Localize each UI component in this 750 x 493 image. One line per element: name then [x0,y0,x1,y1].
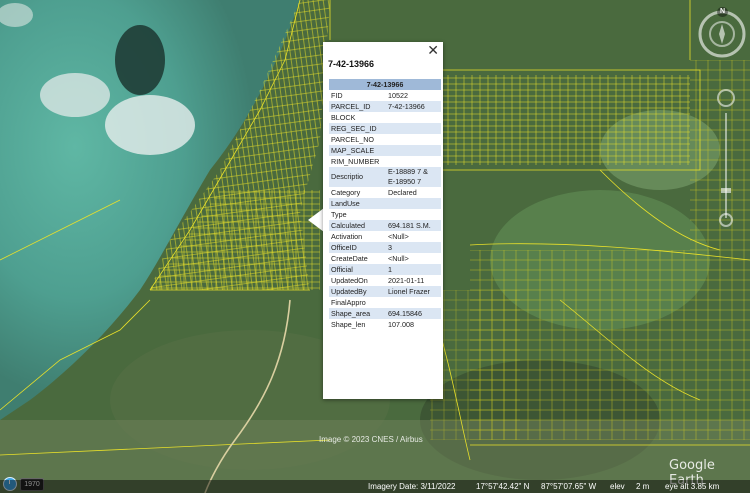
attribute-value [386,112,441,123]
attribute-key: UpdatedOn [331,275,368,285]
attribute-row: Category Declared [329,187,441,198]
imagery-date: Imagery Date: 3/11/2022 [368,482,456,491]
attribute-row: PARCEL_ID 7-42-13966 [329,101,441,112]
attribute-value: 1 [386,264,441,275]
balloon-title: 7-42-13966 [328,59,375,69]
attribute-row: Shape_len 107.008 [329,319,441,330]
attribute-value: 107.008 [388,319,414,329]
attribute-value: Declared [388,187,417,197]
attribute-value [386,145,441,156]
attribute-table: 7-42-13966 FID 10522 PARCEL_ID 7-42-13966 BL… [329,79,441,330]
attribute-key: Category [331,187,361,197]
attribute-key: RIM_NUMBER [331,156,380,166]
attribute-key: FID [331,90,343,100]
attribute-table-header: 7-42-13966 [329,79,441,90]
attribute-key: OfficeID [329,242,386,253]
latitude-readout: 17°57'42.42" N [476,482,530,491]
attribute-value-line: E-18889 7 & [388,167,428,176]
attribute-row: Calculated 694.181 S.M. [329,220,441,231]
attribute-key: MAP_SCALE [329,145,386,156]
attribute-value: 10522 [388,90,408,100]
attribute-key: FinalAppro [331,297,366,307]
attribute-value [386,134,441,145]
attribute-key: Type [331,209,347,219]
attribute-value: 2021-01-11 [388,275,425,285]
attribute-value [386,198,441,209]
elevation-label: elev [610,482,625,491]
attribute-row: Descriptio E-18889 7 & E-18950 7 [329,167,441,187]
attribute-row: UpdatedOn 2021-01-11 [329,275,441,286]
attribute-row: Type [329,209,441,220]
attribute-row: PARCEL_NO [329,134,441,145]
status-bar: Imagery Date: 3/11/2022 17°57'42.42" N 8… [0,480,750,493]
attribute-value-line: E-18950 7 [388,177,422,186]
elevation-value: 2 m [636,482,650,491]
attribute-key: PARCEL_NO [331,134,375,144]
attribute-row: REG_SEC_ID [329,123,441,134]
balloon-pointer [308,208,324,232]
attribute-key: Descriptio [329,167,386,187]
attribute-key: LandUse [329,198,386,209]
attribute-key: Calculated [329,220,386,231]
attribute-key: REG_SEC_ID [329,123,386,134]
attribute-value: 7-42-13966 [386,101,441,112]
close-icon[interactable]: ✕ [427,43,439,59]
attribute-value: <Null> [388,253,409,263]
attribute-row: LandUse [329,198,441,209]
attribute-row: RIM_NUMBER [329,156,441,167]
attribute-value: E-18889 7 & E-18950 7 [386,167,441,187]
attribute-value: 694.15846 [386,308,441,319]
attribute-value [386,123,441,134]
attribute-value [386,209,441,220]
attribute-row: OfficeID 3 [329,242,441,253]
attribute-key: BLOCK [331,112,356,122]
attribute-row: UpdatedBy Lionel Frazer [329,286,441,297]
attribute-row: Shape_area 694.15846 [329,308,441,319]
attribute-row: MAP_SCALE [329,145,441,156]
imagery-copyright: Image © 2023 CNES / Airbus [319,435,423,444]
attribute-row: FinalAppro [329,297,441,308]
attribute-row: CreateDate <Null> [329,253,441,264]
eye-altitude: eye alt 3.85 km [665,482,720,491]
attribute-key: Shape_area [329,308,386,319]
north-icon[interactable]: N [717,7,728,17]
attribute-value [386,297,441,308]
longitude-readout: 87°57'07.65" W [541,482,597,491]
attribute-key: Official [329,264,386,275]
attribute-value: 3 [386,242,441,253]
attribute-value: <Null> [388,231,409,241]
attribute-key: Activation [331,231,363,241]
attribute-key: PARCEL_ID [329,101,386,112]
attribute-key: UpdatedBy [329,286,386,297]
attribute-key: Shape_len [331,319,366,329]
attribute-value [386,156,441,167]
parcel-info-balloon: ✕ 7-42-13966 7-42-13966 FID 10522 PARCEL_I… [323,42,443,399]
attribute-row: FID 10522 [329,90,441,101]
attribute-value: 694.181 S.M. [386,220,441,231]
attribute-row: Activation <Null> [329,231,441,242]
attribute-key: CreateDate [331,253,368,263]
attribute-value: Lionel Frazer [386,286,441,297]
attribute-row: BLOCK [329,112,441,123]
zoom-slider[interactable] [716,88,736,228]
attribute-row: Official 1 [329,264,441,275]
